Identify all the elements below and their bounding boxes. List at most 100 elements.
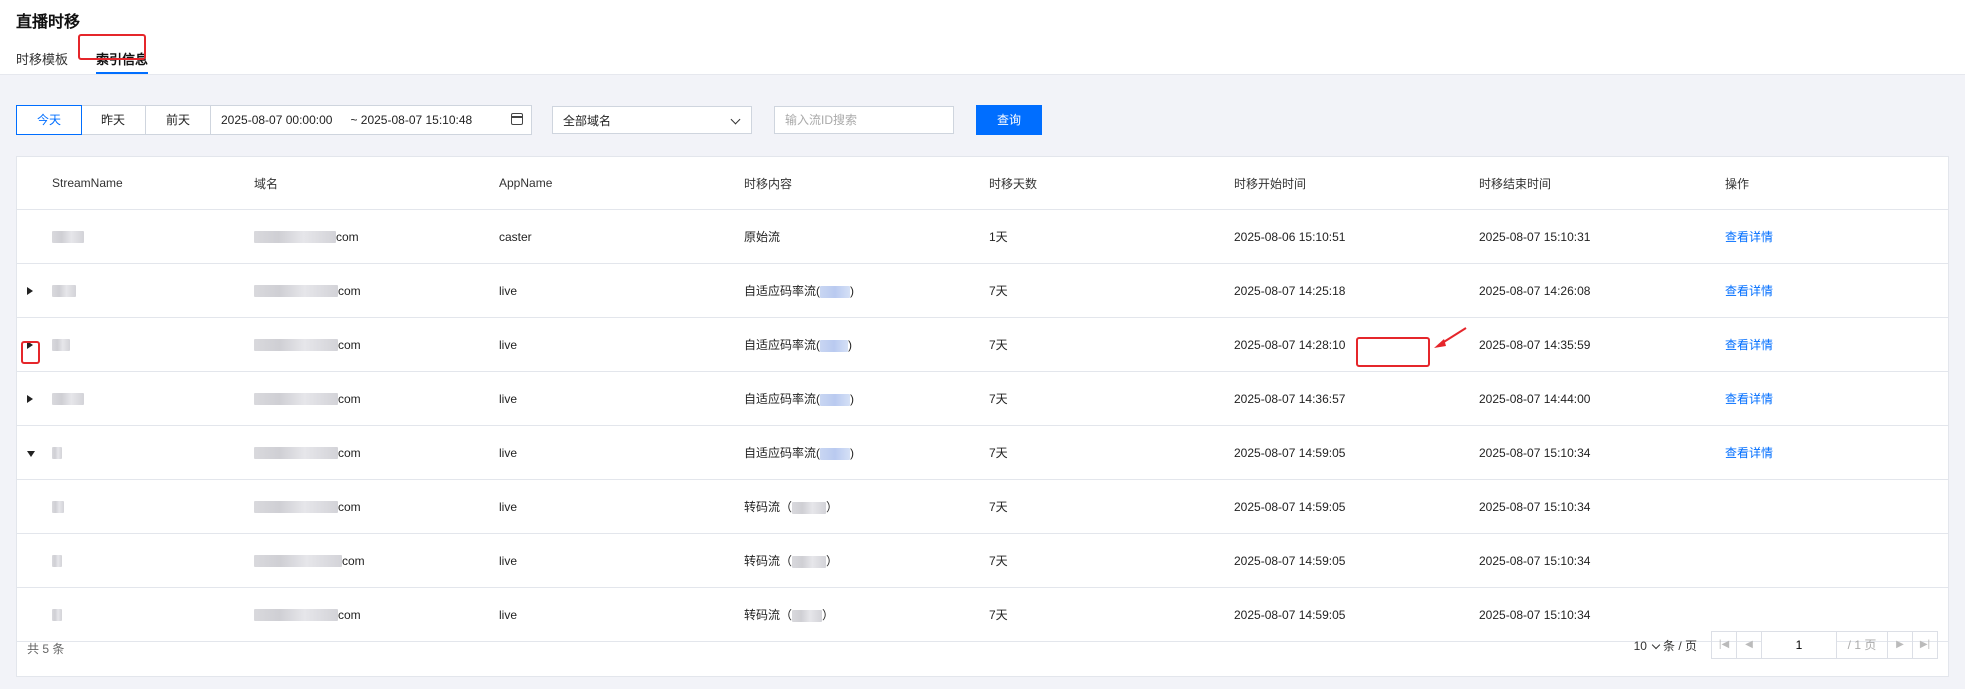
days-cell: 7天 xyxy=(988,425,1233,480)
content-cell: 转码流（ ） xyxy=(743,479,988,534)
date-quick-select: 今天 昨天 前天 xyxy=(16,105,211,135)
prev-page-icon[interactable]: ◀ xyxy=(1737,632,1762,658)
domain-cell: com xyxy=(253,371,498,426)
masked-domain xyxy=(254,555,342,568)
masked-stream-name xyxy=(52,339,70,352)
days-cell: 7天 xyxy=(988,533,1233,588)
masked-stream-name xyxy=(52,231,84,244)
expand-arrow-icon[interactable] xyxy=(27,394,33,403)
appname-cell: live xyxy=(498,425,743,480)
domain-cell: com xyxy=(253,209,498,264)
collapse-arrow-icon[interactable] xyxy=(27,450,35,457)
days-cell: 7天 xyxy=(988,479,1233,534)
filter-bar: 今天 昨天 前天 2025-08-07 00:00:00 ~ 2025-08-0… xyxy=(16,105,1042,135)
view-detail-link[interactable]: 查看详情 xyxy=(1725,446,1773,460)
page-header: 直播时移 时移模板 索引信息 xyxy=(0,0,1965,75)
streamname-cell xyxy=(51,425,253,480)
table-footer: 共 5 条 10 条 / 页 |◀ ◀ / 1 页 ▶ ▶| xyxy=(17,620,1948,676)
action-cell xyxy=(1724,533,1948,588)
masked-stream-name xyxy=(52,447,62,460)
highlight-box-detail xyxy=(1356,337,1430,367)
day-before-yesterday-button[interactable]: 前天 xyxy=(146,106,210,134)
tab-shift-template[interactable]: 时移模板 xyxy=(16,48,68,72)
days-cell: 7天 xyxy=(988,371,1233,426)
table-row: com live 转码流（ ） 7天 2025-08-07 14:59:05 2025-08… xyxy=(17,533,1948,588)
days-cell: 7天 xyxy=(988,317,1233,372)
date-range-picker[interactable]: 2025-08-07 00:00:00 ~ 2025-08-07 15:10:4… xyxy=(211,105,532,135)
pagination: 10 条 / 页 |◀ ◀ / 1 页 ▶ ▶| xyxy=(1634,631,1938,659)
first-page-icon[interactable]: |◀ xyxy=(1712,632,1737,658)
table-row: com live 自适应码率流() 7天 2025-08-07 14:36:57 2025… xyxy=(17,371,1948,426)
domain-select[interactable]: 全部域名 xyxy=(552,106,752,134)
masked-stream-name xyxy=(52,393,84,406)
today-button[interactable]: 今天 xyxy=(16,105,82,135)
masked-stream-name xyxy=(52,285,76,298)
column-header-domain: 域名 xyxy=(253,157,498,210)
last-page-icon[interactable]: ▶| xyxy=(1913,632,1937,658)
table-body: com caster 原始流 1天 2025-08-06 15:10:51 2025-08… xyxy=(17,209,1948,642)
streamname-cell xyxy=(51,317,253,372)
end-time-cell: 2025-08-07 14:35:59 xyxy=(1478,317,1724,372)
domain-suffix: com xyxy=(338,445,361,460)
masked-stream-name xyxy=(52,555,62,568)
expand-cell xyxy=(17,209,51,264)
expand-arrow-icon[interactable] xyxy=(27,286,33,295)
action-cell xyxy=(1724,479,1948,534)
appname-cell: live xyxy=(498,371,743,426)
streamname-cell xyxy=(51,533,253,588)
page-size-unit: 条 / 页 xyxy=(1662,638,1697,653)
view-detail-link[interactable]: 查看详情 xyxy=(1725,230,1773,244)
highlight-box-tab xyxy=(78,34,146,60)
content-suffix: ) xyxy=(848,338,852,352)
page-number-input[interactable] xyxy=(1762,632,1837,658)
end-time: ~ 2025-08-07 15:10:48 xyxy=(350,113,473,127)
table-row: com live 自适应码率流() 7天 2025-08-07 14:28:10 2025… xyxy=(17,317,1948,372)
page-size-select[interactable]: 10 条 / 页 xyxy=(1634,637,1697,654)
masked-value xyxy=(792,501,827,514)
content-label: 自适应码率流( xyxy=(744,284,820,298)
domain-cell: com xyxy=(253,317,498,372)
end-time-cell: 2025-08-07 14:26:08 xyxy=(1478,263,1724,318)
index-table-panel: StreamName 域名 AppName 时移内容 时移天数 时移开始时间 时… xyxy=(16,156,1949,677)
query-button[interactable]: 查询 xyxy=(976,105,1042,135)
calendar-icon[interactable] xyxy=(511,113,523,125)
table-row: com live 自适应码率流() 7天 2025-08-07 14:25:18 2025… xyxy=(17,263,1948,318)
start-time-cell: 2025-08-07 14:59:05 xyxy=(1233,533,1478,588)
domain-suffix: com xyxy=(338,283,361,298)
view-detail-link[interactable]: 查看详情 xyxy=(1725,338,1773,352)
streamname-cell xyxy=(51,263,253,318)
view-detail-link[interactable]: 查看详情 xyxy=(1725,392,1773,406)
column-header-content: 时移内容 xyxy=(743,157,988,210)
content-cell: 自适应码率流() xyxy=(743,317,988,372)
action-cell: 查看详情 xyxy=(1724,209,1948,264)
stream-id-search-input[interactable] xyxy=(774,106,954,134)
content-cell: 转码流（ ） xyxy=(743,533,988,588)
highlight-box-expand xyxy=(21,341,40,364)
expand-cell xyxy=(17,371,51,426)
appname-cell: caster xyxy=(498,209,743,264)
content-suffix: ) xyxy=(850,392,854,406)
yesterday-button[interactable]: 昨天 xyxy=(81,106,146,134)
table-row: com live 自适应码率流() 7天 2025-08-07 14:59:05 2025… xyxy=(17,425,1948,480)
appname-cell: live xyxy=(498,533,743,588)
action-cell: 查看详情 xyxy=(1724,371,1948,426)
masked-domain xyxy=(254,339,338,352)
masked-domain xyxy=(254,231,336,244)
content-cell: 自适应码率流() xyxy=(743,263,988,318)
start-time-cell: 2025-08-07 14:36:57 xyxy=(1233,371,1478,426)
expand-cell xyxy=(17,425,51,480)
total-count: 共 5 条 xyxy=(27,642,65,656)
start-time-cell: 2025-08-07 14:59:05 xyxy=(1233,425,1478,480)
masked-value xyxy=(820,447,850,460)
end-time-cell: 2025-08-07 15:10:34 xyxy=(1478,479,1724,534)
content-suffix: ) xyxy=(850,284,854,298)
streamname-cell xyxy=(51,371,253,426)
content-label: 原始流 xyxy=(744,230,781,244)
domain-cell: com xyxy=(253,425,498,480)
table-row: com caster 原始流 1天 2025-08-06 15:10:51 2025-08… xyxy=(17,209,1948,264)
content-cell: 原始流 xyxy=(743,209,988,264)
view-detail-link[interactable]: 查看详情 xyxy=(1725,284,1773,298)
streamname-cell xyxy=(51,209,253,264)
next-page-icon[interactable]: ▶ xyxy=(1888,632,1913,658)
content-suffix: ) xyxy=(850,446,854,460)
